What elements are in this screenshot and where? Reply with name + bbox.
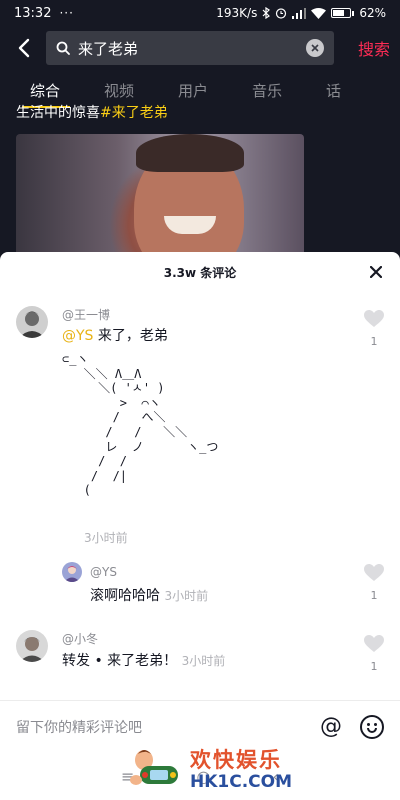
reply-author[interactable]: @YS (90, 565, 117, 579)
like-button[interactable]: 1 (362, 635, 386, 673)
battery-percent: 62% (359, 6, 386, 20)
search-input[interactable]: 来了老弟 (46, 31, 334, 65)
back-arrow-icon (18, 38, 30, 58)
network-speed: 193K/s (216, 6, 258, 20)
like-count: 1 (370, 335, 378, 348)
avatar[interactable] (62, 562, 82, 582)
signal-icon (292, 7, 307, 19)
reply-time: 3小时前 (164, 589, 209, 603)
back-button[interactable] (10, 34, 38, 62)
like-button[interactable]: 1 (362, 564, 386, 602)
comment-input[interactable]: 留下你的精彩评论吧 (16, 717, 320, 737)
caption-hashtag[interactable]: #来了老弟 (100, 105, 168, 121)
caption-text: 生活中的惊喜 (16, 105, 100, 121)
comment-time: 3小时前 (84, 531, 128, 545)
comments-count-title: 3.3w 条评论 (163, 265, 237, 280)
alarm-icon (276, 8, 287, 19)
heart-icon (364, 310, 384, 327)
comment-mention[interactable]: @YS (62, 328, 93, 344)
mention-button[interactable]: @ (320, 714, 342, 739)
search-query[interactable]: 来了老弟 (78, 38, 306, 59)
close-icon (311, 44, 319, 52)
tab-topics[interactable]: 话 (326, 80, 400, 101)
heart-icon (364, 635, 384, 652)
video-caption[interactable]: 生活中的惊喜#来了老弟 (16, 102, 168, 122)
wifi-icon (311, 7, 327, 19)
heart-icon (364, 564, 384, 581)
comments-header: 3.3w 条评论 (0, 252, 400, 292)
ascii-art: ⊂_ヽ ＼＼ Λ＿Λ ＼( 'ㅅ' ) > ⌒ヽ / へ＼ / / ＼＼ レ ノ… (62, 352, 219, 498)
battery-icon (331, 8, 355, 18)
comment-author[interactable]: @小冬 (62, 630, 98, 647)
tab-music[interactable]: 音乐 (252, 80, 326, 101)
like-count: 1 (370, 589, 378, 602)
watermark-chinese: 欢快娱乐 (190, 748, 282, 772)
search-header: 来了老弟 搜索 (0, 26, 400, 70)
clock: 13:32 (14, 5, 52, 21)
close-comments-button[interactable] (366, 262, 386, 282)
comment-text: 转发 • 来了老弟！ 3小时前 (62, 653, 226, 669)
watermark-domain: HK1C.COM (190, 772, 293, 792)
like-count: 1 (370, 660, 378, 673)
thumbnail-hair (136, 134, 244, 172)
watermark: 欢快娱乐 HK1C.COM (128, 740, 292, 798)
user-avatar-icon (16, 306, 48, 338)
comment-text: @YS 来了，老弟 (62, 328, 168, 344)
emoji-icon[interactable] (360, 714, 384, 739)
close-icon (370, 266, 382, 278)
reply-text: 滚啊哈哈哈 3小时前 (90, 588, 209, 604)
search-icon (56, 41, 70, 55)
search-button[interactable]: 搜索 (358, 36, 390, 60)
comment-author[interactable]: @王一博 (62, 306, 110, 323)
clear-search-button[interactable] (306, 39, 324, 57)
like-button[interactable]: 1 (362, 310, 386, 348)
video-thumbnail[interactable] (16, 134, 304, 264)
gamepad-logo-icon (130, 750, 178, 785)
tab-users[interactable]: 用户 (178, 80, 252, 101)
avatar[interactable] (16, 630, 48, 662)
avatar[interactable] (16, 306, 48, 338)
status-bar: 13:32 ··· 193K/s 62% (0, 0, 400, 26)
status-indicators: 193K/s 62% (216, 6, 386, 20)
bluetooth-icon (262, 7, 271, 19)
tab-video[interactable]: 视频 (104, 80, 178, 101)
comment-time: 3小时前 (181, 654, 226, 668)
user-avatar-icon (62, 562, 82, 582)
tab-comprehensive[interactable]: 综合 (30, 80, 104, 101)
user-avatar-icon (16, 630, 48, 662)
notification-dots: ··· (59, 6, 74, 20)
